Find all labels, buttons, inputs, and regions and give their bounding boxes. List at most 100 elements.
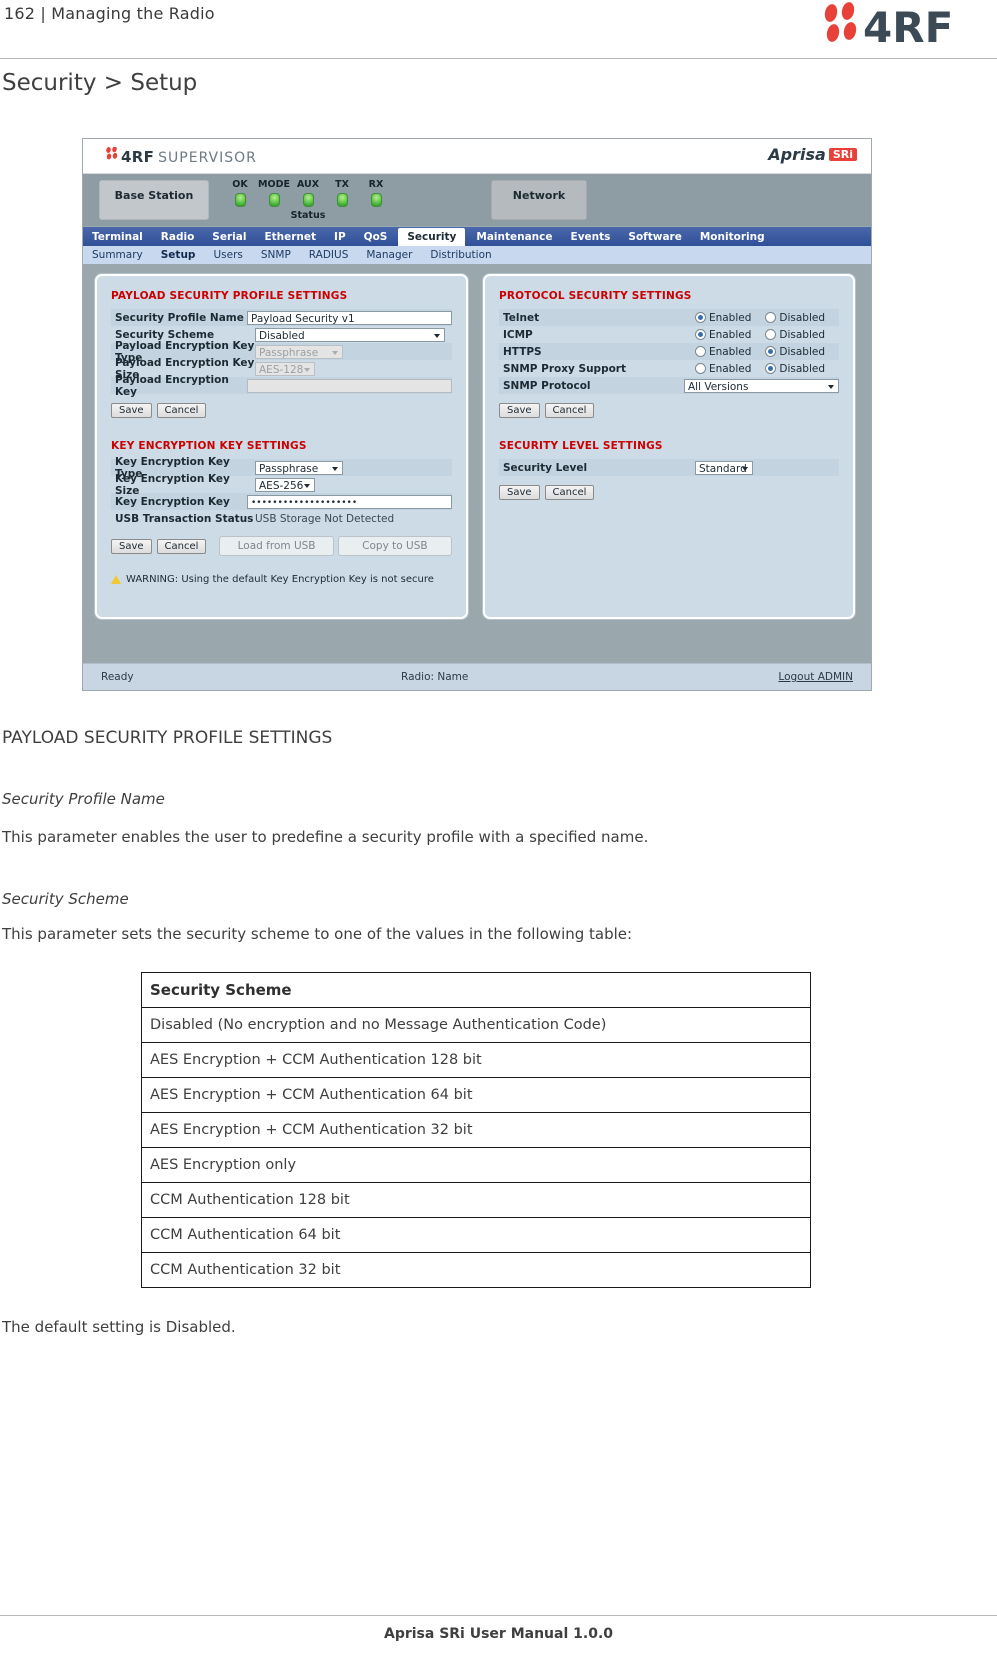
app-status-text: Ready <box>101 671 134 683</box>
kek-cancel-button[interactable]: Cancel <box>156 538 207 554</box>
subtab-users[interactable]: Users <box>204 246 251 261</box>
icmp-enabled-radio[interactable]: Enabled <box>694 328 752 341</box>
security-level-select[interactable]: Standard <box>695 460 753 475</box>
snmp-proxy-disabled-radio[interactable]: Disabled <box>765 363 825 375</box>
copy-to-usb-button[interactable]: Copy to USB <box>337 536 452 556</box>
page-header: 162 | Managing the Radio 4RF <box>0 0 997 59</box>
telnet-radio-group: Enabled Disabled <box>694 312 839 324</box>
doc-paragraph-profile-name: This parameter enables the user to prede… <box>2 828 649 846</box>
status-caption: Status <box>290 210 326 221</box>
snmp-proxy-radio-group: Enabled Disabled <box>694 363 839 375</box>
tab-radio[interactable]: Radio <box>152 227 204 243</box>
icmp-disabled-radio[interactable]: Disabled <box>765 329 825 341</box>
kek-type-value: Passphrase <box>259 462 319 475</box>
doc-subheading-profile-name: Security Profile Name <box>2 790 165 808</box>
table-cell: CCM Authentication 64 bit <box>141 1217 811 1253</box>
supervisor-screenshot: 4RF SUPERVISOR Aprisa SRi Base Station Net… <box>82 138 872 691</box>
payload-key-type-select: Passphrase <box>255 344 343 359</box>
radio-label: Disabled <box>779 362 825 375</box>
telnet-enabled-radio[interactable]: Enabled <box>694 312 751 324</box>
security-profile-name-input[interactable]: Payload Security v1 <box>247 310 452 325</box>
kek-save-button[interactable]: Save <box>111 538 152 554</box>
led-label: MODE <box>258 179 290 190</box>
led-rx: RX <box>359 179 393 207</box>
subtab-distribution[interactable]: Distribution <box>421 246 500 261</box>
tab-qos[interactable]: QoS <box>355 227 397 243</box>
tab-ethernet[interactable]: Ethernet <box>255 227 325 243</box>
app-logo-icon: 4RF SUPERVISOR <box>105 146 257 166</box>
radio-label: Enabled <box>708 328 752 341</box>
radio-icon <box>765 346 777 357</box>
tab-software[interactable]: Software <box>619 227 690 243</box>
usb-transaction-status-value: USB Storage Not Detected <box>255 512 395 525</box>
security-level-cancel-button[interactable]: Cancel <box>544 485 595 500</box>
kek-warning-text: WARNING: Using the default Key Encryptio… <box>126 574 434 585</box>
tab-maintenance[interactable]: Maintenance <box>467 227 561 243</box>
tab-serial[interactable]: Serial <box>203 227 255 243</box>
protocol-save-button[interactable]: Save <box>499 403 540 418</box>
icmp-radio-group: Enabled Disabled <box>694 328 839 341</box>
subtab-radius[interactable]: RADIUS <box>300 246 358 261</box>
radio-icon <box>765 363 777 374</box>
kek-size-value: AES-256 <box>259 479 304 492</box>
tab-events[interactable]: Events <box>562 227 620 243</box>
field-label: USB Transaction Status <box>115 512 254 525</box>
page-header-text: 162 | Managing the Radio <box>4 4 215 23</box>
field-label: ICMP <box>503 328 533 341</box>
main-tab-bar: Terminal Radio Serial Ethernet IP QoS Se… <box>83 226 871 246</box>
field-icmp: ICMP Enabled Disabled <box>499 326 839 343</box>
subtab-summary[interactable]: Summary <box>83 246 152 261</box>
kek-size-select[interactable]: AES-256 <box>255 477 315 492</box>
kek-type-select[interactable]: Passphrase <box>255 460 343 475</box>
base-station-button[interactable]: Base Station <box>99 180 209 220</box>
table-cell: AES Encryption only <box>141 1147 811 1183</box>
payload-key-type-value: Passphrase <box>259 346 319 359</box>
network-button[interactable]: Network <box>491 180 587 220</box>
field-label: Key Encryption Key Size <box>115 472 230 497</box>
telnet-disabled-radio[interactable]: Disabled <box>765 312 825 324</box>
security-scheme-select[interactable]: Disabled <box>255 327 445 342</box>
table-row: CCM Authentication 32 bit <box>141 1252 811 1288</box>
led-label: TX <box>335 179 349 190</box>
led-label: RX <box>368 179 384 190</box>
field-security-level: Security Level Standard <box>499 459 839 476</box>
tab-ip[interactable]: IP <box>325 227 355 243</box>
field-label: SNMP Protocol <box>503 379 591 392</box>
field-label: Payload Encryption Key <box>115 373 229 398</box>
led-label: AUX <box>296 179 320 190</box>
brand-logo-icon: 4RF <box>819 2 989 54</box>
tab-monitoring[interactable]: Monitoring <box>691 227 774 243</box>
led-ok: OK <box>223 179 257 207</box>
radio-icon <box>694 312 706 323</box>
subtab-setup[interactable]: Setup <box>152 246 205 261</box>
snmp-proxy-enabled-radio[interactable]: Enabled <box>694 363 751 375</box>
logout-link[interactable]: Logout ADMIN <box>778 671 853 683</box>
radio-label: Enabled <box>708 345 752 358</box>
table-cell: AES Encryption + CCM Authentication 64 b… <box>141 1077 811 1113</box>
protocol-cancel-button[interactable]: Cancel <box>544 403 595 418</box>
kek-key-input[interactable]: •••••••••••••••••••• <box>247 494 452 509</box>
led-lamp-icon <box>268 193 280 207</box>
table-cell: AES Encryption + CCM Authentication 32 b… <box>141 1112 811 1148</box>
security-level-save-button[interactable]: Save <box>499 485 540 500</box>
snmp-protocol-select[interactable]: All Versions <box>684 378 839 393</box>
led-lamp-icon <box>370 193 382 207</box>
payload-cancel-button[interactable]: Cancel <box>156 403 207 418</box>
field-payload-encryption-key: Payload Encryption Key <box>111 374 452 398</box>
led-tx: TX <box>325 179 359 207</box>
tab-terminal[interactable]: Terminal <box>83 227 152 243</box>
chevron-down-icon <box>742 466 748 471</box>
right-settings-panel: PROTOCOL SECURITY SETTINGS Telnet Enable… <box>483 274 855 619</box>
https-enabled-radio[interactable]: Enabled <box>694 345 752 358</box>
page-footer-text: Aprisa SRi User Manual 1.0.0 <box>383 1626 614 1642</box>
load-from-usb-button[interactable]: Load from USB <box>219 536 334 556</box>
subtab-manager[interactable]: Manager <box>357 246 421 261</box>
subtab-snmp[interactable]: SNMP <box>252 246 300 261</box>
https-disabled-radio[interactable]: Disabled <box>765 346 825 358</box>
radio-label: Disabled <box>779 345 825 358</box>
protocol-section-title: PROTOCOL SECURITY SETTINGS <box>499 290 692 302</box>
app-right-brand-badge: SRi <box>828 148 857 161</box>
payload-save-button[interactable]: Save <box>111 403 152 418</box>
field-security-profile-name: Security Profile Name Payload Security v… <box>111 309 452 326</box>
tab-security[interactable]: Security <box>398 228 466 246</box>
